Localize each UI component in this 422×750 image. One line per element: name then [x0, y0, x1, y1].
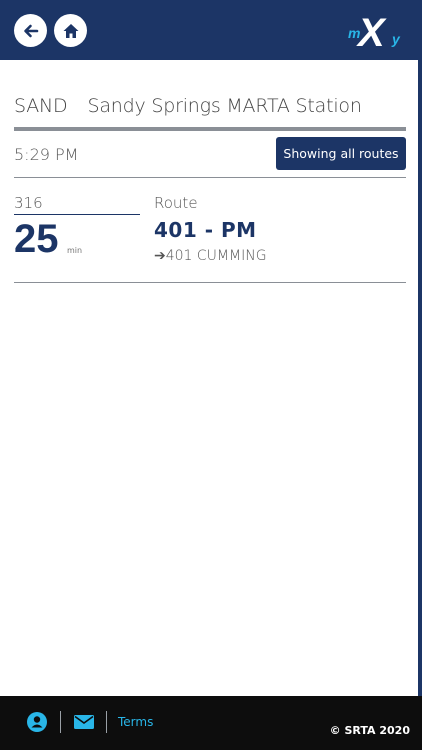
home-icon [63, 23, 78, 38]
bus-id: 316 [14, 194, 43, 212]
footer-separator [106, 711, 107, 733]
mail-button[interactable] [74, 712, 94, 732]
profile-button[interactable] [27, 712, 47, 732]
home-button[interactable] [54, 14, 87, 47]
stop-code: SAND [14, 95, 68, 117]
stop-name: Sandy Springs MARTA Station [87, 95, 362, 117]
arrow-left-icon [23, 24, 38, 37]
bus-id-underline [14, 214, 140, 215]
arrow-right-icon: ➔ [154, 248, 166, 264]
back-button[interactable] [14, 14, 47, 47]
terms-link[interactable]: Terms [118, 715, 153, 729]
row-divider [14, 282, 406, 283]
arrival-minutes: 25 [14, 217, 59, 261]
status-divider [14, 177, 406, 178]
minutes-unit: min [67, 246, 83, 255]
app-header: m X y [0, 0, 422, 60]
route-label: Route [154, 194, 198, 212]
stop-divider [14, 127, 406, 131]
side-accent-bar [418, 60, 422, 696]
footer-separator [60, 711, 61, 733]
mxy-logo: m X y [348, 11, 401, 52]
user-icon [27, 712, 47, 732]
logo-letter-x: X [356, 11, 387, 52]
app-footer: Terms © SRTA 2020 [0, 696, 422, 750]
logo-letter-y: y [391, 31, 401, 47]
route-filter-button[interactable]: Showing all routes [276, 137, 406, 170]
current-time: 5:29 PM [14, 145, 79, 164]
destination-text: 401 CUMMING [165, 248, 267, 264]
route-name: 401 - PM [154, 218, 257, 242]
copyright: © SRTA 2020 [329, 724, 410, 737]
route-destination: ➔401 CUMMING [154, 248, 267, 264]
mail-icon [74, 715, 94, 729]
stop-title: SAND Sandy Springs MARTA Station [14, 95, 406, 117]
